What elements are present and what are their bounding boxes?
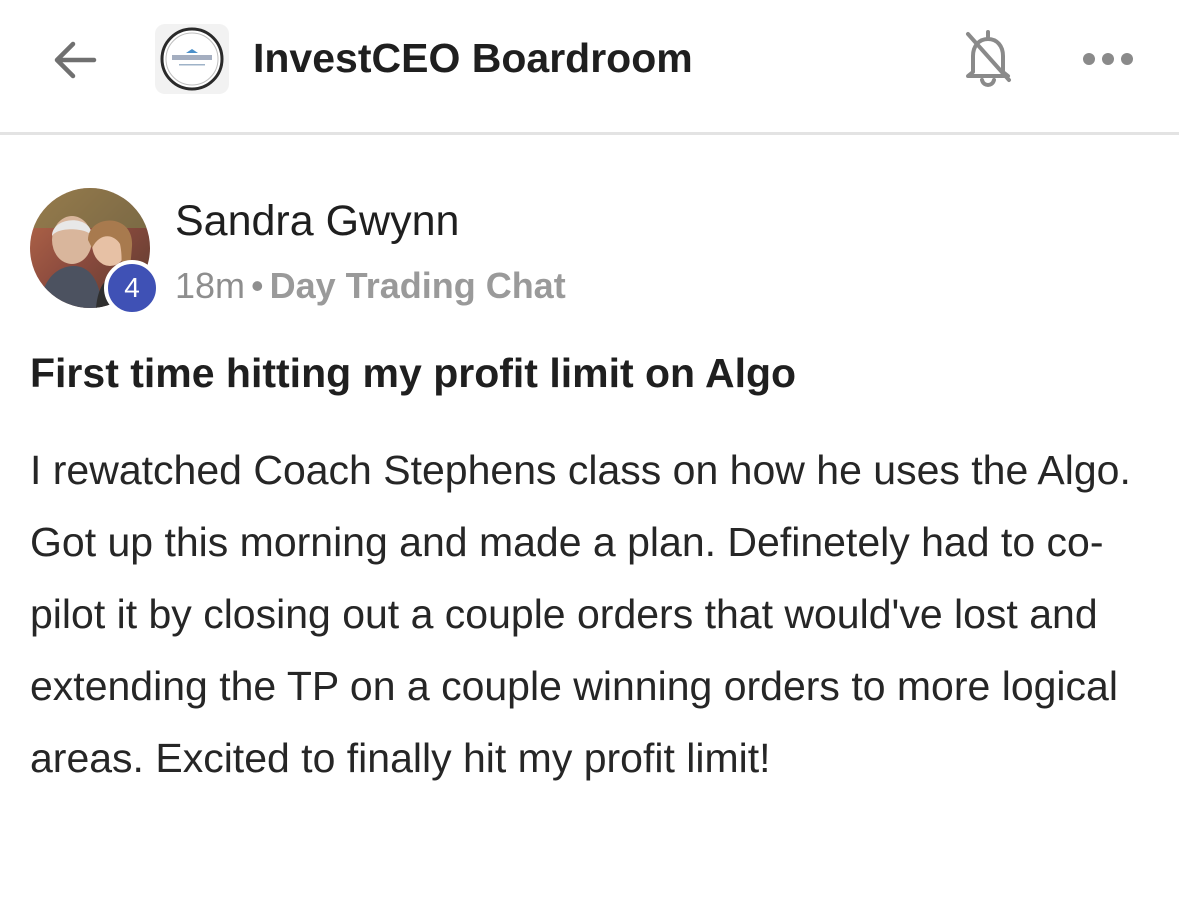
more-horizontal-icon bbox=[1083, 53, 1133, 65]
back-button[interactable] bbox=[44, 30, 104, 90]
more-options-button[interactable] bbox=[1078, 36, 1138, 82]
meta-separator: • bbox=[251, 265, 264, 306]
post-title: First time hitting my profit limit on Al… bbox=[30, 350, 797, 396]
post-timestamp: 18m bbox=[175, 265, 246, 306]
author-avatar[interactable]: 4 bbox=[30, 188, 164, 318]
arrow-left-icon bbox=[54, 41, 97, 79]
channel-link[interactable]: Day Trading Chat bbox=[270, 265, 566, 306]
level-badge: 4 bbox=[104, 260, 160, 316]
post-meta: 18m • Day Trading Chat bbox=[175, 264, 566, 308]
group-title[interactable]: InvestCEO Boardroom bbox=[253, 34, 693, 82]
bell-muted-icon bbox=[966, 30, 1011, 88]
top-app-bar: InvestCEO Boardroom bbox=[0, 0, 1179, 135]
post-body: I rewatched Coach Stephens class on how … bbox=[30, 447, 1131, 781]
investceo-logo bbox=[160, 27, 224, 91]
author-name[interactable]: Sandra Gwynn bbox=[175, 196, 459, 246]
notification-toggle-button[interactable] bbox=[958, 26, 1018, 90]
group-logo[interactable] bbox=[155, 24, 229, 94]
